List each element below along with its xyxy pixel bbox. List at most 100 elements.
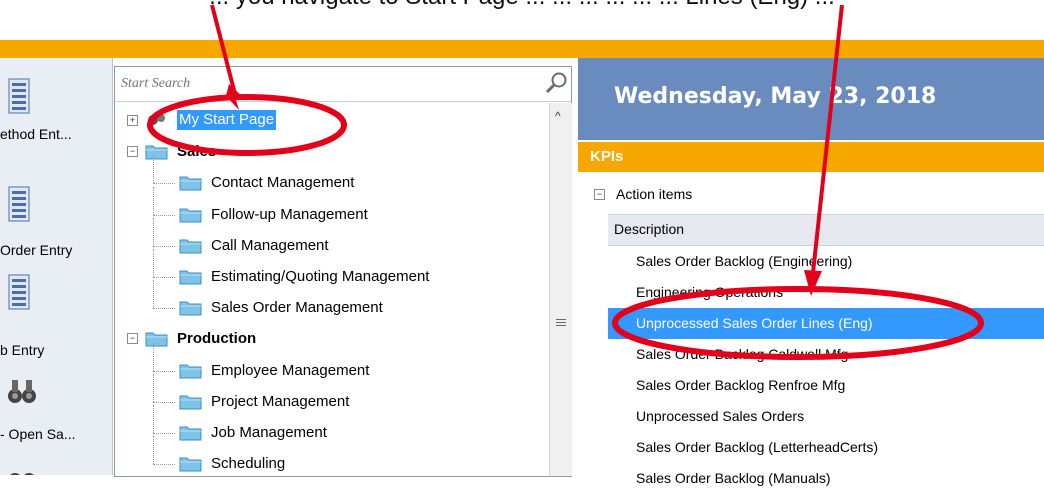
- kpi-list-item[interactable]: Sales Order Backlog Renfroe Mfg: [608, 370, 1044, 401]
- collapse-icon[interactable]: −: [127, 333, 138, 345]
- current-date: Wednesday, May 23, 2018: [614, 84, 937, 109]
- tree-item[interactable]: Project Management: [115, 373, 545, 416]
- tree-connector: [153, 183, 175, 185]
- tree-item-label: Call Management: [211, 236, 329, 254]
- tree-connector: [153, 214, 175, 216]
- date-header: Wednesday, May 23, 2018: [578, 58, 1044, 140]
- tree-item[interactable]: Employee Management: [115, 342, 545, 385]
- collapse-icon[interactable]: −: [594, 189, 605, 200]
- folder-icon: [179, 270, 202, 285]
- tree-connector: [153, 373, 154, 402]
- shortcut-open-sales[interactable]: - Open Sa...: [0, 376, 112, 475]
- form-icon: [8, 78, 30, 114]
- form-icon: [8, 186, 30, 222]
- tree-item[interactable]: Follow-up Management: [115, 186, 545, 229]
- search-icon[interactable]: [545, 71, 569, 95]
- tree-item[interactable]: − Production: [115, 325, 545, 353]
- folder-icon: [179, 208, 202, 223]
- tree-connector: [153, 217, 154, 246]
- shortcut-method-entry[interactable]: ethod Ent...: [0, 78, 112, 148]
- kpi-list-item[interactable]: Unprocessed Sales Orders: [608, 401, 1044, 432]
- folder-icon: [179, 239, 202, 254]
- kpi-item-label: Unprocessed Sales Order Lines (Eng): [636, 315, 873, 331]
- kpi-section-title: KPIs: [590, 148, 624, 165]
- binoculars-icon: [8, 380, 36, 403]
- kpi-list-item[interactable]: Unprocessed Sales Order Lines (Eng): [608, 308, 1044, 339]
- tree-item-label: Project Management: [211, 392, 350, 410]
- folder-icon: [179, 457, 202, 472]
- search-box: [115, 67, 571, 102]
- kpi-item-label: Sales Order Backlog (Manuals): [636, 470, 831, 486]
- collapse-icon[interactable]: −: [127, 146, 138, 158]
- folder-icon: [179, 301, 202, 316]
- tree-connector: [153, 342, 154, 371]
- scroll-grip-icon[interactable]: [556, 318, 566, 328]
- kpi-list-item[interactable]: Sales Order Backlog (LetterheadCerts): [608, 432, 1044, 463]
- description-column-header[interactable]: Description: [608, 214, 1044, 246]
- kpi-item-label: Unprocessed Sales Orders: [636, 408, 805, 424]
- tree-item-label: My Start Page: [177, 110, 277, 130]
- tree-item-label: Contact Management: [211, 174, 355, 192]
- kpi-item-label: Sales Order Backlog Renfroe Mfg: [636, 377, 846, 393]
- shortcut-order-entry[interactable]: Order Entry: [0, 186, 112, 258]
- tree-item-label: Sales Order Management: [211, 299, 383, 317]
- tree-connector: [153, 155, 154, 184]
- tree-item-label: Sales: [177, 143, 217, 161]
- kpi-list-item[interactable]: Sales Order Backlog Caldwell Mfg: [608, 339, 1044, 370]
- scroll-up-arrow-icon[interactable]: ^: [555, 109, 561, 123]
- column-header-label: Description: [614, 221, 685, 237]
- app-title-bar: [0, 40, 1044, 58]
- tree-connector: [153, 464, 175, 466]
- tree-connector: [153, 370, 175, 372]
- action-items-label: Action items: [616, 186, 693, 202]
- tree-connector: [153, 308, 175, 310]
- kpi-item-label: Sales Order Backlog (LetterheadCerts): [636, 439, 878, 455]
- tree-item-label: Follow-up Management: [211, 205, 368, 223]
- tree-item[interactable]: − Sales: [115, 138, 545, 166]
- tree-item[interactable]: Call Management: [115, 217, 545, 260]
- tree-item[interactable]: Job Management: [115, 405, 545, 447]
- tree-item-label: Job Management: [211, 424, 327, 441]
- start-tree-panel: + My Start Page − Sales Contact Management Fo…: [114, 66, 572, 477]
- folder-icon: [179, 395, 202, 410]
- tree-item-label: Estimating/Quoting Management: [211, 268, 430, 285]
- start-page-icon: [148, 114, 165, 125]
- tree-connector: [153, 249, 154, 277]
- tree-connector: [153, 186, 154, 215]
- kpi-item-label: Engineering Operations: [636, 284, 784, 300]
- kpi-panel: Wednesday, May 23, 2018 KPIs − Action it…: [578, 58, 1044, 486]
- tree-item[interactable]: Estimating/Quoting Management: [115, 249, 545, 291]
- caption-area: ... you navigate to Start Page ... ... .…: [0, 0, 1044, 40]
- kpi-list-item[interactable]: Engineering Operations: [608, 277, 1044, 308]
- tree-item-label: Production: [177, 330, 257, 348]
- tree-item[interactable]: + My Start Page: [115, 107, 545, 135]
- shortcut-label: ethod Ent...: [0, 126, 72, 142]
- action-items-group[interactable]: − Action items: [578, 180, 1044, 210]
- folder-icon: [179, 426, 202, 441]
- caption-text: ... you navigate to Start Page ... ... .…: [0, 0, 1044, 11]
- shortcut-job-entry[interactable]: b Entry: [0, 274, 112, 358]
- folder-icon: [179, 176, 202, 191]
- shortcut-label: - Open Sa...: [0, 426, 76, 442]
- folder-icon: [145, 145, 168, 160]
- left-shortcut-strip: ethod Ent... Order Entry b Entry - Open …: [0, 58, 113, 475]
- tree-connector: [153, 280, 154, 309]
- shortcut-label: b Entry: [0, 342, 45, 358]
- tree-item-label: Scheduling: [211, 455, 286, 473]
- tree-item-label: Employee Management: [211, 361, 370, 379]
- start-search-input[interactable]: [121, 73, 541, 95]
- tree-connector: [153, 433, 175, 434]
- tree-scrollbar[interactable]: ^: [549, 103, 572, 476]
- tree-connector: [153, 405, 154, 433]
- tree-connector: [153, 401, 175, 403]
- binoculars-icon: [10, 473, 34, 475]
- kpi-item-label: Sales Order Backlog Caldwell Mfg: [636, 346, 849, 362]
- tree-item[interactable]: Scheduling: [115, 436, 545, 478]
- expand-icon[interactable]: +: [127, 115, 138, 126]
- tree-connector: [153, 277, 175, 278]
- folder-icon: [145, 332, 168, 347]
- kpi-list-item[interactable]: Sales Order Backlog (Manuals): [608, 463, 1044, 494]
- tree-item[interactable]: Sales Order Management: [115, 280, 545, 322]
- kpi-list-item[interactable]: Sales Order Backlog (Engineering): [608, 246, 1044, 277]
- tree-item[interactable]: Contact Management: [115, 155, 545, 197]
